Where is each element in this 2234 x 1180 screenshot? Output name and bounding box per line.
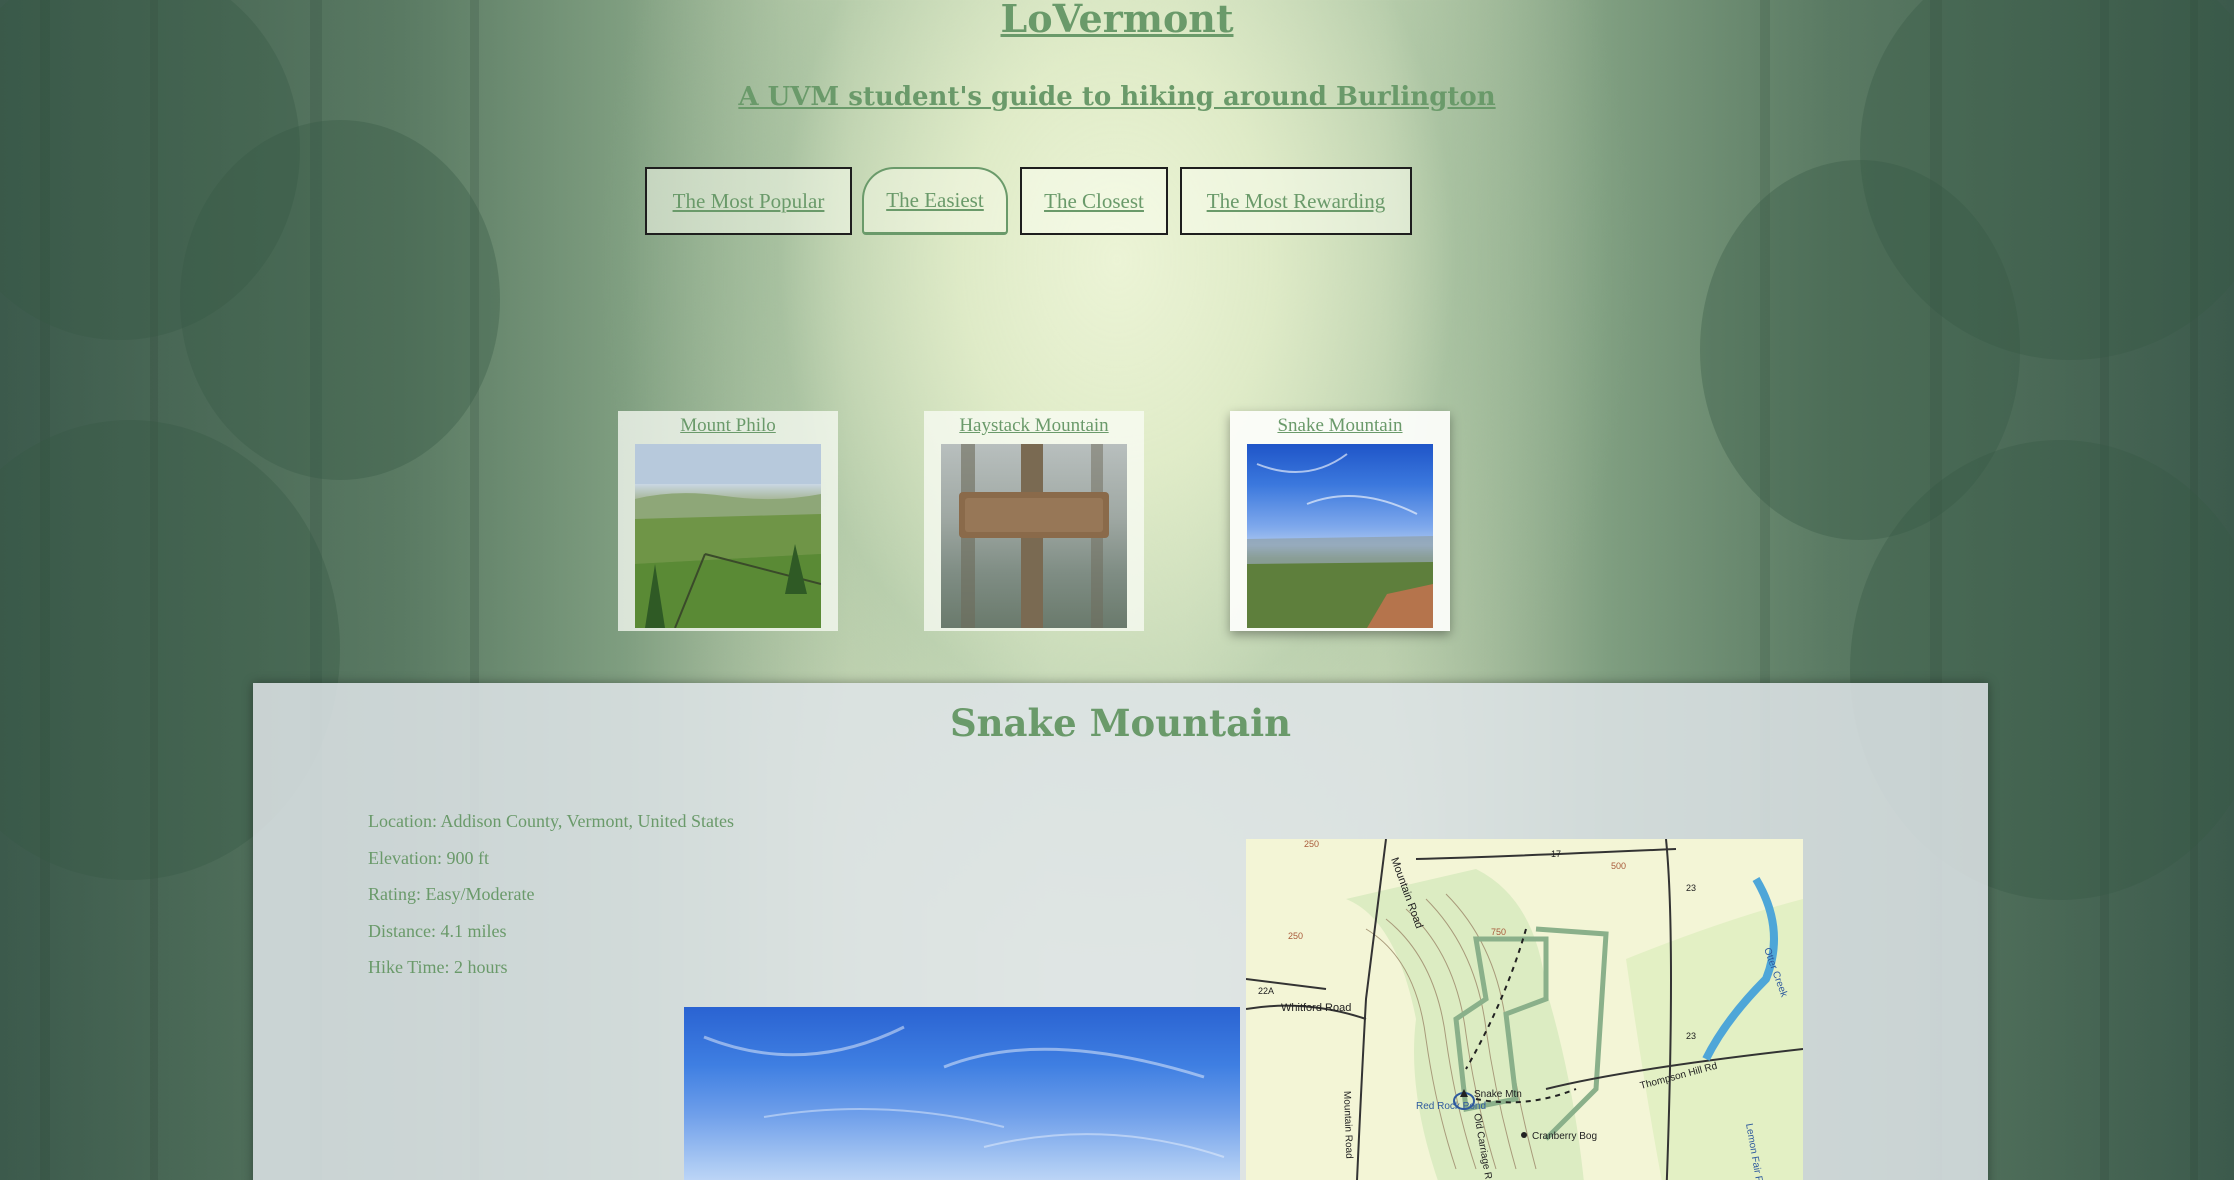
map-label: Snake Mtn <box>1474 1089 1522 1100</box>
map-route-23: 23 <box>1686 1031 1696 1041</box>
stat-hike-time: Hike Time: 2 hours <box>368 957 508 977</box>
map-route-17: 17 <box>1551 849 1561 859</box>
map-elevation-label: 750 <box>1491 927 1506 937</box>
trail-card-label[interactable]: Haystack Mountain <box>924 411 1144 444</box>
snake-mountain-thumbnail[interactable] <box>1247 444 1433 628</box>
nav-easiest-label: The Easiest <box>886 188 984 212</box>
trail-stats: Location: Addison County, Vermont, Unite… <box>368 809 734 992</box>
trail-photo <box>684 1007 1240 1180</box>
nav-closest[interactable]: The Closest <box>1020 167 1168 235</box>
map-elevation-label: 250 <box>1304 839 1319 849</box>
haystack-mountain-thumbnail[interactable] <box>941 444 1127 628</box>
stat-elevation: Elevation: 900 ft <box>368 847 489 868</box>
map-elevation-label: 500 <box>1611 861 1626 871</box>
trail-card-mount-philo[interactable]: Mount Philo <box>618 411 838 631</box>
nav-closest-label: The Closest <box>1044 188 1144 213</box>
stat-rating: Rating: Easy/Moderate <box>368 884 535 904</box>
map-elevation-label: 250 <box>1288 931 1303 941</box>
trail-card-snake-mountain[interactable]: Snake Mountain <box>1230 411 1450 631</box>
nav-easiest[interactable]: The Easiest <box>862 167 1008 235</box>
nav-bar: The Most Popular The Easiest The Closest… <box>0 167 2234 237</box>
detail-title: Snake Mountain <box>949 701 1292 745</box>
nav-most-rewarding-label: The Most Rewarding <box>1206 188 1386 213</box>
trail-card-label[interactable]: Mount Philo <box>618 411 838 444</box>
stat-location: Location: Addison County, Vermont, Unite… <box>368 811 734 831</box>
trail-detail-panel: Snake Mountain Location: Addison County,… <box>253 683 1988 1180</box>
map-route-23: 23 <box>1686 883 1696 893</box>
trail-map: Mountain Road Whitford Road Snake Mtn Cr… <box>1246 839 1803 1180</box>
site-subtitle[interactable]: A UVM student's guide to hiking around B… <box>0 82 2234 112</box>
trail-card-haystack-mountain[interactable]: Haystack Mountain <box>924 411 1144 631</box>
stat-distance: Distance: 4.1 miles <box>368 920 507 941</box>
map-label: Red Rock Pond <box>1416 1101 1486 1112</box>
nav-most-popular[interactable]: The Most Popular <box>645 167 852 235</box>
map-label: Cranberry Bog <box>1532 1131 1597 1142</box>
map-label: Whitford Road <box>1281 1002 1351 1014</box>
mount-philo-thumbnail[interactable] <box>635 444 821 628</box>
map-route-22a: 22A <box>1258 986 1274 996</box>
nav-most-popular-label: The Most Popular <box>672 188 825 213</box>
nav-most-rewarding[interactable]: The Most Rewarding <box>1180 167 1412 235</box>
trail-card-label[interactable]: Snake Mountain <box>1230 411 1450 444</box>
site-title[interactable]: LoVermont <box>0 0 2234 41</box>
